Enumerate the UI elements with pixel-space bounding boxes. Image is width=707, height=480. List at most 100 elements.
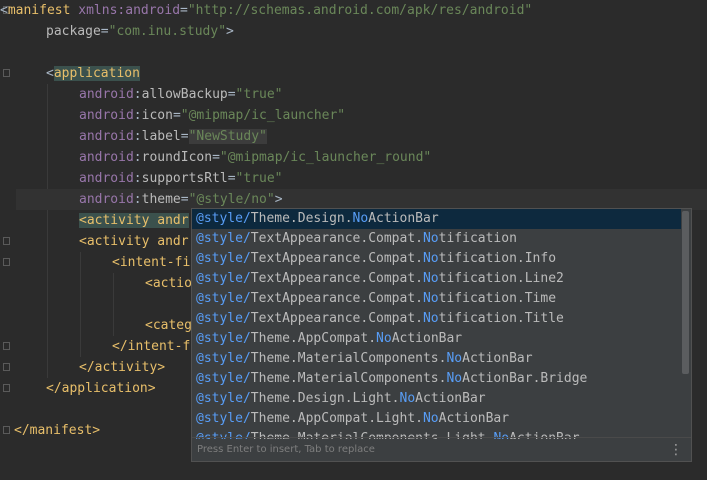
indent-guide [113,273,114,336]
autocomplete-item[interactable]: @style/Theme.AppCompat.Light.NoActionBar [192,409,681,429]
attr-namespace: android [79,171,134,186]
package-value: "com.inu.study" [108,24,227,39]
item-text-rest: ActionBar [415,391,486,406]
item-text: Theme.Design.Light. [250,391,400,406]
item-text-rest: tification.Title [438,311,564,326]
code-line-intent-filter: <intent-fi [112,252,190,273]
item-prefix: @style/ [196,271,251,286]
autocomplete-item[interactable]: @style/TextAppearance.Compat.Notificatio… [192,229,681,249]
item-prefix: @style/ [196,411,251,426]
code-line-manifest-close: </manifest> [14,420,100,441]
item-match: No [422,291,439,306]
attr-value-editing[interactable]: "@style/no" [189,192,275,207]
attr-value: "NewStudy" [188,129,267,144]
item-text-rest: tification [438,231,517,246]
autocomplete-item[interactable]: @style/Theme.Design.NoActionBar [192,209,681,229]
item-prefix: @style/ [196,211,251,226]
item-match: No [422,411,439,426]
item-match: No [399,391,416,406]
more-options-icon[interactable]: ⋮ [669,438,683,461]
item-prefix: @style/ [196,311,251,326]
autocomplete-scrollbar[interactable] [682,211,689,374]
autocomplete-item[interactable]: @style/TextAppearance.Compat.Notificatio… [192,269,681,289]
item-prefix: @style/ [196,371,251,386]
item-text-rest: ActionBar [462,351,533,366]
item-match: No [422,271,439,286]
xmlns-attr: xmlns:android [78,3,181,18]
item-text: Theme.AppCompat. [250,331,377,346]
autocomplete-item[interactable]: @style/Theme.MaterialComponents.NoAction… [192,369,681,389]
attr-value: "@mipmap/ic_launcher" [180,108,346,123]
item-text: TextAppearance.Compat. [250,291,423,306]
code-line-manifest-open: <manifest xmlns:android="http://schemas.… [0,3,533,18]
activity-tag: <activity andr [79,213,189,228]
item-text-rest: ActionBar [391,331,463,346]
attr-name: theme [141,192,181,207]
application-close-tag: </application> [46,381,156,396]
intent-filter-tag: <intent-fi [112,255,191,270]
autocomplete-item[interactable]: @style/TextAppearance.Compat.Notificatio… [192,289,681,309]
attr-name: label [141,129,181,144]
item-text-rest: ActionBar.Bridge [462,371,588,386]
item-text: Theme.MaterialComponents. [250,351,447,366]
fold-marker-icon[interactable] [3,237,10,245]
code-line-attr: android:roundIcon="@mipmap/ic_launcher_r… [79,150,432,165]
fold-marker-icon[interactable] [3,258,10,266]
attr-name: icon [141,108,173,123]
code-line-attr: android:label="NewStudy" [79,129,267,144]
attr-namespace: android [79,192,134,207]
item-prefix: @style/ [196,391,251,406]
attr-namespace: android [79,150,134,165]
autocomplete-item[interactable]: @style/TextAppearance.Compat.Notificatio… [192,249,681,269]
application-tag: application [53,66,140,81]
autocomplete-item[interactable]: @style/TextAppearance.Compat.Notificatio… [192,309,681,329]
code-line-category: <categ [145,315,192,336]
autocomplete-footer: Press Enter to insert, Tab to replace ⋮ [192,437,691,461]
code-line-activity: <activity andr [79,231,189,252]
code-line-activity: <activity andr [79,210,189,231]
item-match: No [446,371,463,386]
code-line-attr: android:icon="@mipmap/ic_launcher" [79,108,346,123]
code-line-application-close: </application> [46,378,156,399]
autocomplete-hint: Press Enter to insert, Tab to replace [197,444,375,455]
autocomplete-item[interactable]: @style/Theme.Design.Light.NoActionBar [192,389,681,409]
code-line-activity-close: </activity> [79,357,165,378]
item-prefix: @style/ [196,351,251,366]
code-line-application-open: <application [46,66,140,81]
code-line-attr-theme[interactable]: android:theme="@style/no"> [79,189,283,210]
attr-name: allowBackup [141,87,228,102]
item-text: Theme.MaterialComponents. [250,371,447,386]
attr-namespace: android [79,129,134,144]
attr-name: roundIcon [141,150,213,165]
item-text: Theme.AppCompat.Light. [250,411,423,426]
attr-value: "true" [235,171,283,186]
fold-marker-icon[interactable] [3,69,10,77]
autocomplete-item[interactable]: @style/Theme.AppCompat.NoActionBar [192,329,681,349]
fold-marker-icon[interactable] [3,384,10,392]
fold-marker-icon[interactable] [3,363,10,371]
item-prefix: @style/ [196,231,251,246]
autocomplete-popup[interactable]: @style/Theme.Design.NoActionBar @style/Te… [191,208,692,462]
item-match: No [422,231,439,246]
item-match: No [352,211,369,226]
intent-filter-close-tag: </intent-f [112,339,191,354]
item-match: No [446,351,463,366]
category-tag: <categ [145,318,192,333]
item-text-rest: tification.Line2 [438,271,564,286]
activity-close-tag: </activity> [79,360,166,375]
fold-marker-icon[interactable] [3,426,10,434]
attr-name: supportsRtl [141,171,228,186]
attr-value: "true" [235,87,283,102]
fold-marker-icon[interactable] [3,342,10,350]
autocomplete-list[interactable]: @style/Theme.Design.NoActionBar @style/Te… [192,209,681,439]
item-text-rest: tification.Time [438,291,557,306]
autocomplete-item[interactable]: @style/Theme.MaterialComponents.NoAction… [192,349,681,369]
activity-tag: <activity andr [79,234,189,249]
attr-namespace: android [79,87,134,102]
item-match: No [422,311,439,326]
item-text: TextAppearance.Compat. [250,231,423,246]
action-tag: <actio [145,276,192,291]
code-line-attr: android:allowBackup="true" [79,87,283,102]
item-text-rest: ActionBar [438,411,510,426]
code-line-action: <actio [145,273,192,294]
